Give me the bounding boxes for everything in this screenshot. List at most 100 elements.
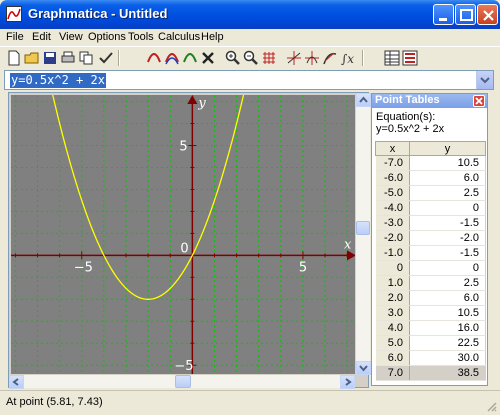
horizontal-scroll-thumb[interactable] (175, 375, 191, 388)
cell-y: 10.5 (409, 155, 486, 171)
chevron-down-icon (480, 77, 490, 84)
table-icon[interactable] (384, 50, 400, 66)
table-row[interactable]: 7.0 38.5 (375, 365, 486, 381)
cell-x: 0 (375, 260, 410, 276)
cell-y: 10.5 (409, 305, 486, 321)
x-axis-label: x (344, 237, 352, 252)
delete-icon[interactable] (200, 50, 216, 66)
cell-y: 0 (409, 200, 486, 216)
menu-calculus[interactable]: Calculus (158, 31, 200, 43)
menu-help[interactable]: Help (201, 31, 224, 43)
graph-frame: x y −5 5 5 −5 0 (8, 92, 369, 388)
status-bar: At point (5.81, 7.43) (0, 390, 500, 415)
cell-x: -1.0 (375, 245, 410, 261)
print-icon[interactable] (60, 50, 76, 66)
table-row[interactable]: 4.0 16.0 (375, 320, 486, 336)
table-row[interactable]: 3.0 10.5 (375, 305, 486, 321)
menu-tools[interactable]: Tools (128, 31, 154, 43)
scroll-right-button[interactable] (340, 375, 355, 389)
point-tables-panel: Point Tables Equation(s): y=0.5x^2 + 2x … (371, 93, 488, 386)
close-icon (475, 97, 483, 105)
chevron-left-icon (12, 378, 19, 386)
cell-y: 38.5 (409, 365, 486, 381)
tick-label-y-neg5: −5 (174, 359, 193, 374)
cell-y: -1.5 (409, 245, 486, 261)
equation-value: y=0.5x^2 + 2x (376, 123, 445, 135)
cell-y: 0 (409, 260, 486, 276)
graph-horizontal-scrollbar[interactable] (9, 374, 355, 389)
table-row[interactable]: 6.0 30.0 (375, 350, 486, 366)
tick-label-x-5: 5 (299, 260, 307, 275)
tick-label-y-5: 5 (179, 140, 187, 155)
cell-y: 6.0 (409, 290, 486, 306)
scroll-up-button[interactable] (356, 93, 371, 107)
table-row[interactable]: 1.0 2.5 (375, 275, 486, 291)
cell-x: -4.0 (375, 200, 410, 216)
table-row[interactable]: 5.0 22.5 (375, 335, 486, 351)
redraw-icon[interactable] (146, 50, 162, 66)
toolbar: ∫x (0, 46, 500, 68)
save-icon[interactable] (42, 50, 58, 66)
cell-x: 5.0 (375, 335, 410, 351)
derivative-icon[interactable] (322, 50, 338, 66)
zoom-in-icon[interactable] (225, 50, 241, 66)
column-header-x[interactable]: x (375, 141, 410, 156)
copy-icon[interactable] (78, 50, 94, 66)
chevron-right-icon (345, 378, 352, 386)
equation-input[interactable]: y=0.5x^2 + 2x (10, 73, 106, 88)
table-row[interactable]: 00 (375, 260, 486, 276)
scroll-down-button[interactable] (356, 361, 371, 375)
graph-canvas[interactable]: x y −5 5 5 −5 0 (11, 95, 356, 374)
redraw-all-icon[interactable] (164, 50, 180, 66)
table-row[interactable]: -6.0 6.0 (375, 170, 486, 186)
cell-y: -1.5 (409, 215, 486, 231)
equation-combobox[interactable]: y=0.5x^2 + 2x (4, 70, 494, 90)
grid-icon[interactable] (261, 50, 277, 66)
cell-x: -6.0 (375, 170, 410, 186)
maximize-button[interactable] (455, 4, 476, 25)
cell-x: 1.0 (375, 275, 410, 291)
cell-x: -3.0 (375, 215, 410, 231)
point-tables-close-button[interactable] (473, 95, 485, 107)
column-header-y[interactable]: y (409, 141, 486, 156)
integrate-icon[interactable] (304, 50, 320, 66)
cell-x: 3.0 (375, 305, 410, 321)
title-bar[interactable]: Graphmatica - Untitled (0, 0, 500, 29)
table-row[interactable]: 2.0 6.0 (375, 290, 486, 306)
table-row[interactable]: -1.0 -1.5 (375, 245, 486, 261)
cell-y: 22.5 (409, 335, 486, 351)
scroll-left-button[interactable] (9, 375, 24, 389)
resize-grip-icon[interactable] (485, 400, 497, 412)
table-row[interactable]: -2.0 -2.0 (375, 230, 486, 246)
minimize-button[interactable] (433, 4, 454, 25)
check-icon[interactable] (98, 50, 114, 66)
app-icon (6, 6, 22, 22)
close-button[interactable] (477, 4, 498, 25)
equation-dropdown-button[interactable] (476, 71, 493, 89)
point-tables-header: Point Tables (372, 94, 487, 108)
menu-file[interactable]: File (6, 31, 24, 43)
table-row[interactable]: -3.0 -1.5 (375, 215, 486, 231)
legend-icon[interactable] (402, 50, 418, 66)
table-row[interactable]: -7.0 10.5 (375, 155, 486, 171)
menu-view[interactable]: View (59, 31, 83, 43)
clear-icon[interactable] (182, 50, 198, 66)
menu-edit[interactable]: Edit (32, 31, 51, 43)
integral-icon[interactable]: ∫x (340, 50, 356, 66)
graph-vertical-scrollbar[interactable] (355, 93, 371, 375)
cell-x: -5.0 (375, 185, 410, 201)
cell-x: -2.0 (375, 230, 410, 246)
table-row[interactable]: -5.0 2.5 (375, 185, 486, 201)
cell-x: 7.0 (375, 365, 410, 381)
point-table: x y -7.0 10.5 -6.0 6.0 -5.0 2.5 -4.0 0 -3.0 -1.5-… (375, 141, 486, 381)
menu-options[interactable]: Options (88, 31, 126, 43)
point-tables-title: Point Tables (375, 94, 440, 106)
vertical-scroll-thumb[interactable] (356, 221, 370, 235)
chevron-up-icon (359, 96, 368, 103)
tick-label-x-neg5: −5 (74, 260, 93, 275)
zoom-out-icon[interactable] (243, 50, 259, 66)
table-row[interactable]: -4.0 0 (375, 200, 486, 216)
tangent-icon[interactable] (286, 50, 302, 66)
open-icon[interactable] (24, 50, 40, 66)
new-icon[interactable] (6, 50, 22, 66)
